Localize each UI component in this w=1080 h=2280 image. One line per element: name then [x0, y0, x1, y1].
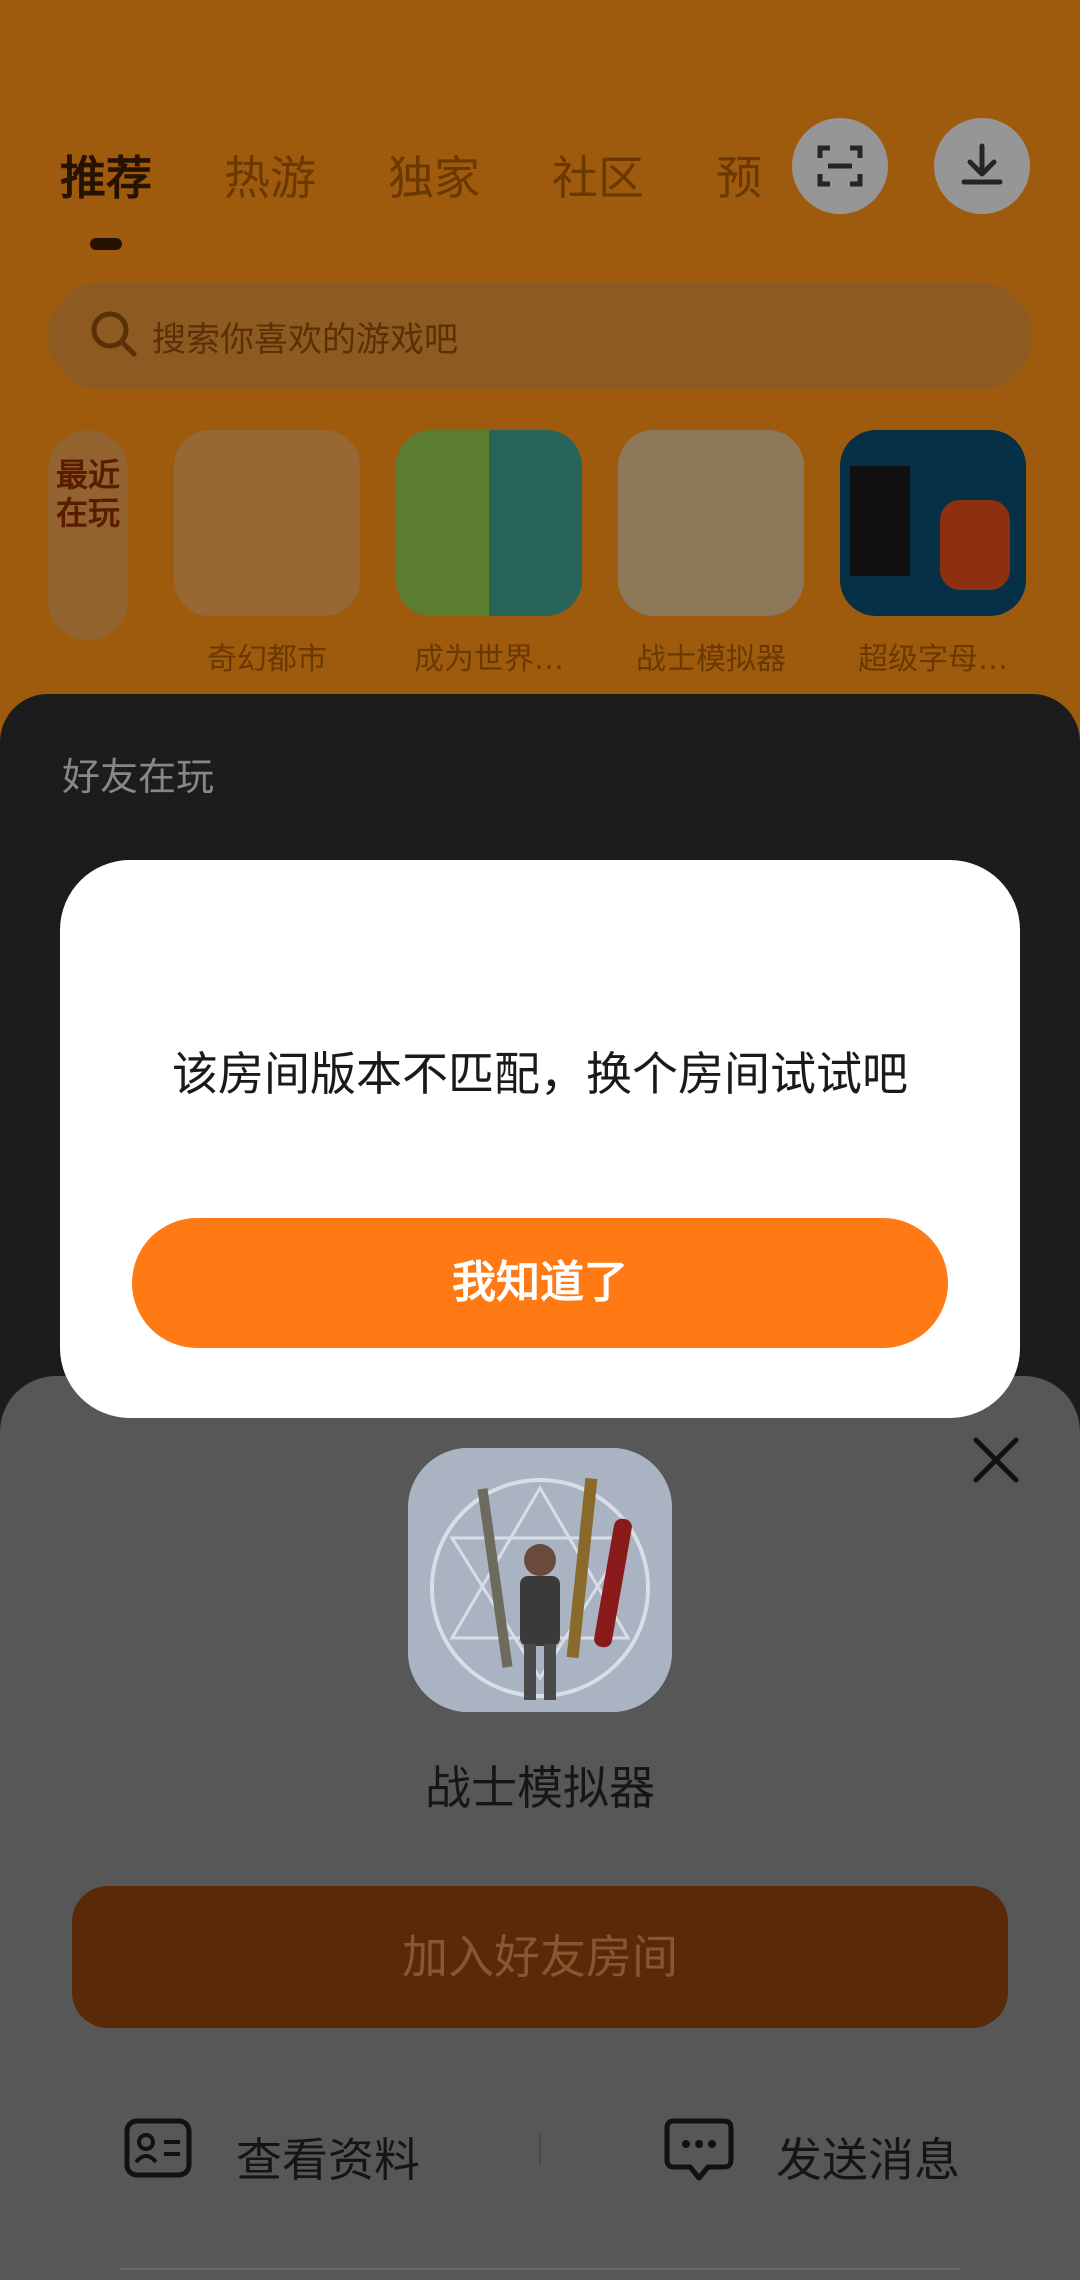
got-it-label: 我知道了 [452, 1257, 628, 1308]
bottom-edge [120, 2268, 960, 2280]
warrior-artwork-icon [408, 1448, 672, 1712]
version-mismatch-dialog: 该房间版本不匹配，换个房间试试吧 我知道了 [60, 860, 1020, 1418]
game-icon [408, 1448, 672, 1712]
profile-card-icon [124, 2118, 192, 2178]
send-message-button[interactable]: 发送消息 [664, 2118, 1004, 2187]
game-title: 战士模拟器 [425, 1761, 655, 1815]
view-profile-label: 查看资料 [236, 2133, 420, 2187]
join-friend-room-label: 加入好友房间 [402, 1930, 678, 1984]
close-icon[interactable] [968, 1432, 1024, 1488]
action-divider [539, 2134, 541, 2166]
dialog-message: 该房间版本不匹配，换个房间试试吧 [172, 1047, 908, 1101]
view-profile-button[interactable]: 查看资料 [124, 2118, 464, 2187]
send-message-label: 发送消息 [776, 2133, 960, 2187]
got-it-button[interactable]: 我知道了 [132, 1218, 948, 1348]
join-friend-room-button[interactable]: 加入好友房间 [72, 1886, 1008, 2028]
message-bubble-icon [664, 2118, 734, 2181]
